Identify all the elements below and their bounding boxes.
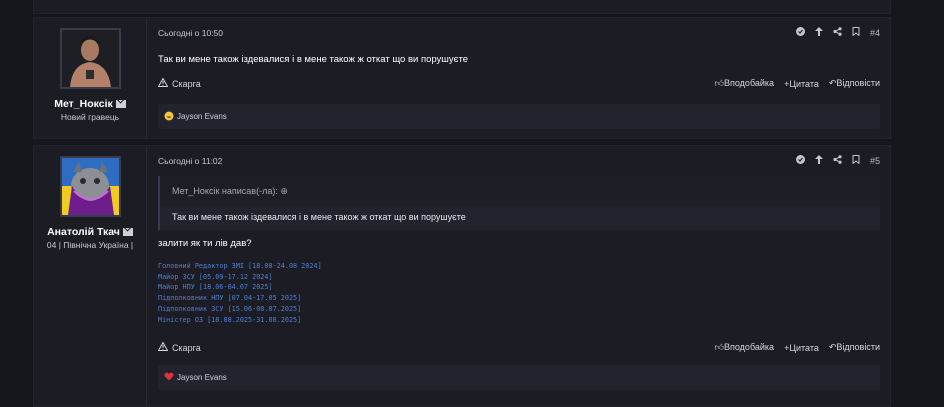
thumbs-up-icon: 👍︎ xyxy=(714,342,724,352)
warning-icon xyxy=(157,341,169,353)
post-tools: #5 xyxy=(795,155,880,166)
mail-icon[interactable] xyxy=(115,100,126,109)
like-button[interactable]: 👍︎Вподобайка xyxy=(715,342,774,353)
quote-block: Мет_Ноксік написав(-ла): ⊕ Так ви мене т… xyxy=(158,176,880,230)
signature-line: Підполковник НПУ [07.04-17.05 2025] xyxy=(158,294,302,303)
user-pane: Мет_Ноксік Новий гравець xyxy=(34,18,147,138)
reaction-bar: Jayson Evans xyxy=(158,104,880,129)
report-label: Скарга xyxy=(172,78,201,89)
post-content: Сьогодні о 11:02 #5 Мет_Ноксік написав(-… xyxy=(157,146,880,406)
signature: Головний Редактор ЗМІ [18.08-24.08 2024]… xyxy=(158,261,322,325)
thumbs-up-icon: 👍︎ xyxy=(714,78,724,88)
username[interactable]: Анатолій Ткач xyxy=(34,226,146,238)
post-right-actions: 👍︎Вподобайка +Цитата ↶Відповісти xyxy=(715,342,880,353)
bookmark-icon[interactable] xyxy=(852,155,860,166)
quote-button[interactable]: +Цитата xyxy=(784,79,819,89)
username-text[interactable]: Анатолій Ткач xyxy=(47,226,120,238)
signature-line: Майор НПУ [18.06-04.07 2025] xyxy=(158,283,273,292)
signature-line: Майор ЗСУ [05.09-17.12 2024] xyxy=(158,272,273,281)
signature-line: Підполковник ЗСУ [15.06-08.07.2025] xyxy=(158,304,302,313)
reply-label: Відповісти xyxy=(836,342,880,352)
mail-icon[interactable] xyxy=(122,228,133,237)
check-circle-icon[interactable] xyxy=(795,27,805,38)
post-number[interactable]: #4 xyxy=(870,28,880,38)
reaction-user[interactable]: Jayson Evans xyxy=(177,373,227,382)
reply-label: Відповісти xyxy=(836,78,880,88)
laugh-emoji-icon xyxy=(164,111,174,123)
quote-label: Цитата xyxy=(789,78,819,89)
quote-header[interactable]: Мет_Ноксік написав(-ла): ⊕ xyxy=(172,186,288,197)
post-date[interactable]: Сьогодні о 11:02 xyxy=(158,156,222,166)
quote-body: Так ви мене також іздевалися і в мене та… xyxy=(160,206,880,230)
post-body: залити як ти лів дав? xyxy=(158,238,252,249)
report-button[interactable]: Скарга xyxy=(157,341,201,353)
username-text[interactable]: Мет_Ноксік xyxy=(54,98,113,110)
user-title: 04 | Північна Україна | xyxy=(46,240,134,250)
reply-button[interactable]: ↶Відповісти xyxy=(829,78,880,89)
like-button[interactable]: 👍︎Вподобайка xyxy=(715,78,774,89)
share-icon[interactable] xyxy=(833,27,842,38)
username[interactable]: Мет_Ноксік xyxy=(34,98,146,110)
arrow-up-icon[interactable] xyxy=(814,155,823,166)
avatar[interactable] xyxy=(60,28,121,89)
reaction-user[interactable]: Jayson Evans xyxy=(177,112,227,121)
reply-button[interactable]: ↶Відповісти xyxy=(829,342,880,353)
share-icon[interactable] xyxy=(833,155,842,166)
signature-line: Міністер ОЗ [18.08.2025-31.08.2025] xyxy=(158,315,302,324)
warning-icon xyxy=(157,77,169,89)
like-label: Вподобайка xyxy=(724,342,775,352)
like-label: Вподобайка xyxy=(724,78,775,88)
post-content: Сьогодні о 10:50 #4 Так ви мене також із… xyxy=(157,18,880,138)
post: Анатолій Ткач 04 | Північна Україна | Сь… xyxy=(33,145,891,407)
post-number[interactable]: #5 xyxy=(870,156,880,166)
heart-icon xyxy=(164,372,174,383)
arrow-up-icon[interactable] xyxy=(814,27,823,38)
quote-button[interactable]: +Цитата xyxy=(784,343,819,353)
post-right-actions: 👍︎Вподобайка +Цитата ↶Відповісти xyxy=(715,78,880,89)
avatar[interactable] xyxy=(60,156,121,217)
reaction-bar: Jayson Evans xyxy=(158,365,880,390)
report-button[interactable]: Скарга xyxy=(157,77,201,89)
signature-line: Головний Редактор ЗМІ [18.08-24.08 2024] xyxy=(158,262,322,270)
user-title: Новий гравець xyxy=(60,112,120,122)
user-pane: Анатолій Ткач 04 | Північна Україна | xyxy=(34,146,147,406)
quote-author[interactable]: Мет_Ноксік написав(-ла): xyxy=(172,186,278,196)
report-label: Скарга xyxy=(172,342,201,353)
quote-arrow-icon[interactable]: ⊕ xyxy=(280,186,288,196)
check-circle-icon[interactable] xyxy=(795,155,805,166)
post: Мет_Ноксік Новий гравець Сьогодні о 10:5… xyxy=(33,17,891,139)
post-body: Так ви мене також іздевалися і в мене та… xyxy=(158,54,469,65)
quote-label: Цитата xyxy=(789,342,819,353)
previous-post-bottom xyxy=(33,0,891,14)
post-date[interactable]: Сьогодні о 10:50 xyxy=(158,28,223,38)
bookmark-icon[interactable] xyxy=(852,27,860,38)
quote-text: Так ви мене також іздевалися і в мене та… xyxy=(172,212,466,222)
post-tools: #4 xyxy=(795,27,880,38)
